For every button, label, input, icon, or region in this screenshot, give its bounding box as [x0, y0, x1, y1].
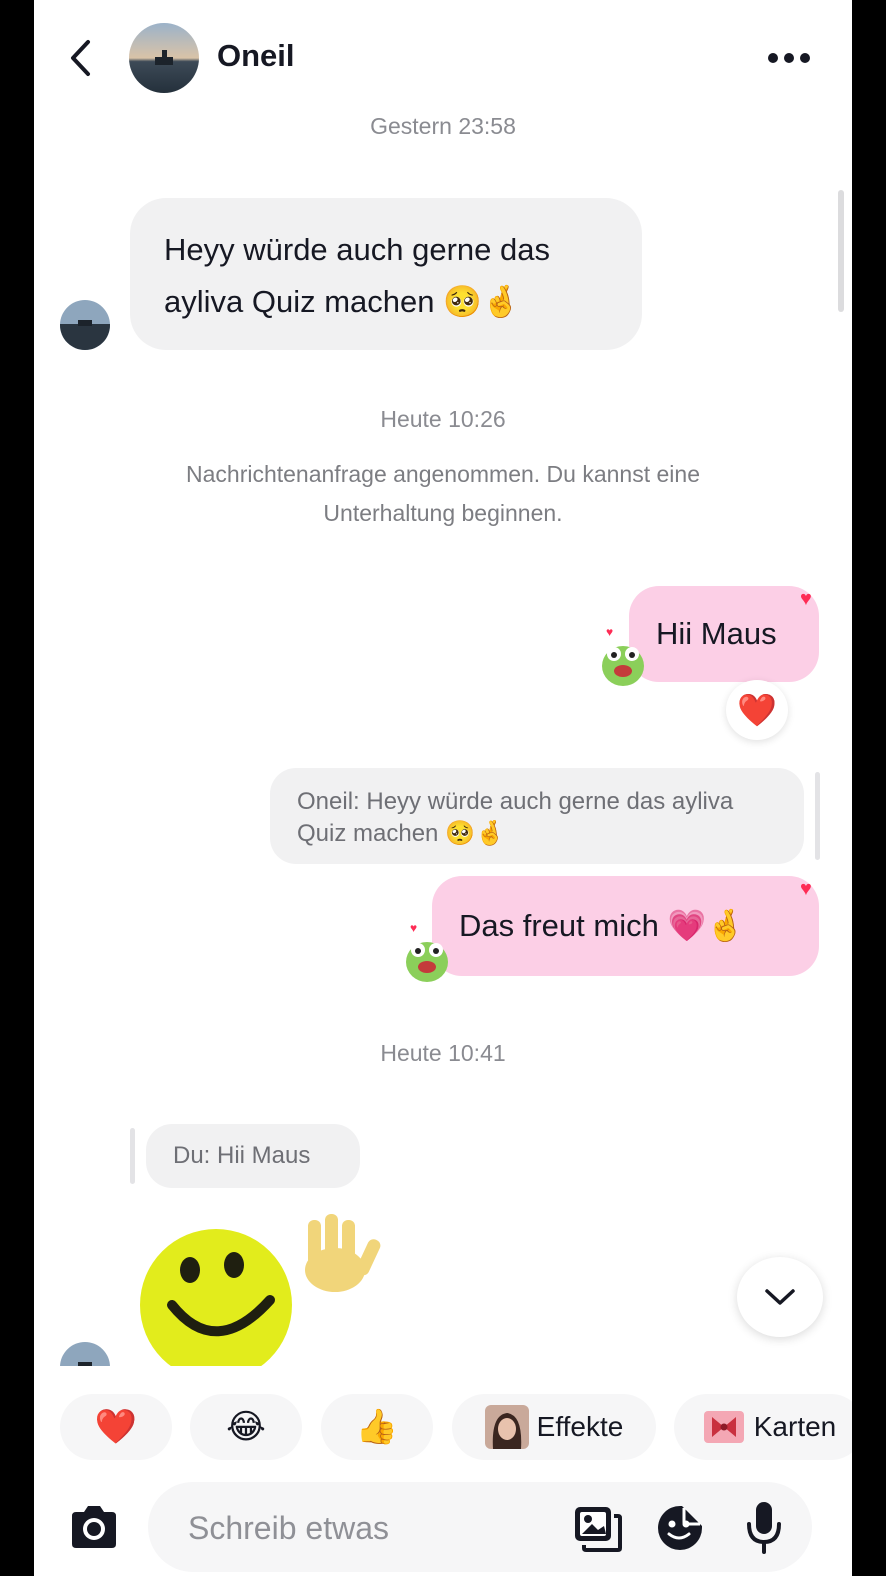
incoming-message-bubble[interactable]: Heyy würde auch gerne das ayliva Quiz ma… [130, 198, 642, 350]
timestamp: Heute 10:41 [380, 1040, 506, 1066]
chat-screen: Oneil Gestern 23:58 Heyy würde auch gern… [34, 0, 852, 1576]
microphone-icon [747, 1502, 781, 1554]
outgoing-message-bubble[interactable]: Hii Maus [629, 586, 819, 682]
reply-quote[interactable]: Du: Hii Maus [146, 1124, 360, 1188]
contact-avatar[interactable] [129, 23, 199, 93]
gallery-button[interactable] [572, 1504, 622, 1552]
quick-reaction-laugh[interactable]: 😂 [190, 1394, 302, 1460]
cards-button[interactable]: Karten [674, 1394, 852, 1460]
quick-reaction-thumbs-up[interactable]: 👍 [321, 1394, 433, 1460]
camera-button[interactable] [68, 1504, 120, 1550]
effects-thumbnail-icon [484, 1405, 529, 1449]
reply-indicator-bar [815, 772, 820, 860]
frog-sticker-avatar: ♥ [598, 622, 648, 693]
timestamp: Gestern 23:58 [370, 113, 516, 139]
more-button[interactable] [764, 48, 814, 68]
heart-reaction: ❤️ [737, 692, 777, 728]
sender-avatar[interactable] [60, 300, 110, 350]
system-notice: Nachrichtenanfrage angenommen. Du kannst… [186, 461, 700, 526]
more-horizontal-icon [768, 53, 810, 63]
waving-smiley-sticker[interactable] [130, 1210, 410, 1368]
reply-indicator-bar [130, 1128, 135, 1184]
image-gallery-icon [575, 1507, 622, 1552]
quick-reaction-heart[interactable]: ❤️ [60, 1394, 172, 1460]
message-composer [148, 1482, 812, 1572]
svg-text:♥: ♥ [606, 625, 613, 639]
svg-text:♥: ♥ [410, 921, 417, 935]
scroll-to-bottom-button[interactable] [737, 1257, 823, 1337]
heart-like-icon: ♥ [800, 878, 812, 900]
reaction-badge[interactable]: ❤️ [726, 680, 788, 740]
gift-card-icon [703, 1411, 744, 1443]
chevron-left-icon [71, 40, 90, 76]
contact-name[interactable]: Oneil [217, 38, 295, 74]
reply-quote[interactable]: Oneil: Heyy würde auch gerne das ayliva … [270, 768, 804, 864]
message-input[interactable] [186, 1502, 570, 1554]
outgoing-message-bubble[interactable]: Das freut mich 💗🤞 [432, 876, 819, 976]
heart-like-icon: ♥ [800, 588, 812, 610]
frog-sticker-avatar: ♥ [402, 918, 452, 989]
voice-message-button[interactable] [744, 1500, 784, 1554]
effects-button[interactable]: Effekte [452, 1394, 656, 1460]
chevron-down-icon [765, 1289, 795, 1305]
camera-icon [72, 1506, 116, 1548]
back-button[interactable] [62, 36, 102, 80]
timestamp: Heute 10:26 [380, 406, 506, 432]
sticker-icon [658, 1506, 702, 1550]
scrollbar[interactable] [838, 190, 844, 312]
sticker-button[interactable] [656, 1504, 704, 1552]
